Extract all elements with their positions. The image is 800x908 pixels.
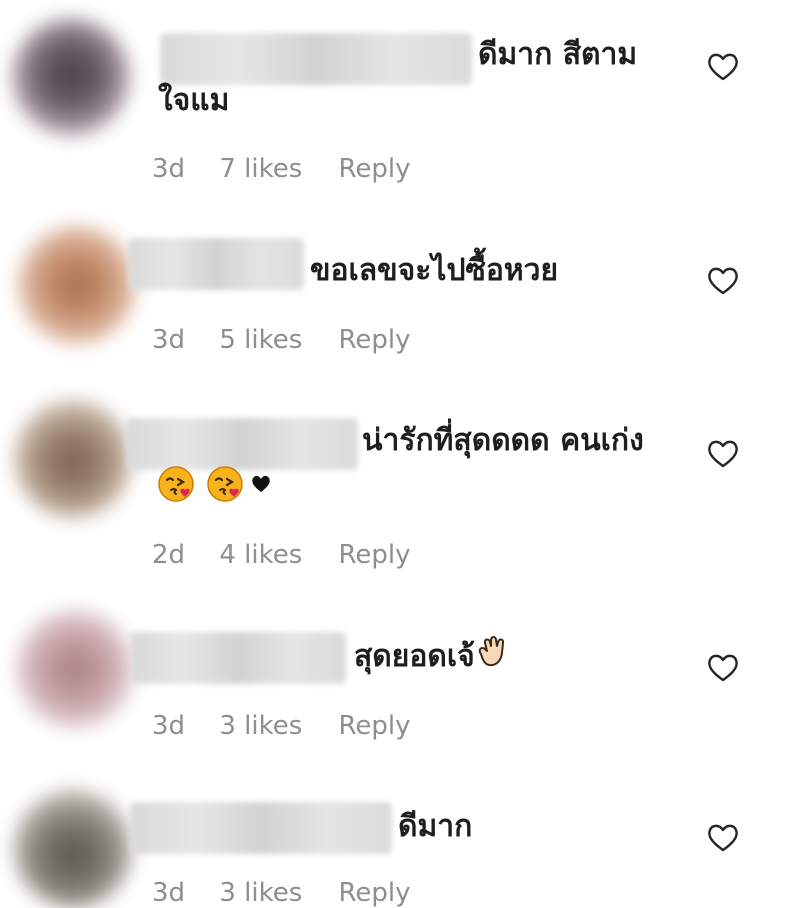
comment-likes[interactable]: 7 likes [219,154,302,184]
comment-text: น่ารักที่สุดดดด คนเก่ง [362,423,644,458]
username-blurred[interactable] [130,802,392,854]
username-blurred[interactable] [130,632,346,684]
reply-button[interactable]: Reply [339,540,411,570]
reply-button[interactable]: Reply [339,325,411,355]
reply-button[interactable]: Reply [339,154,411,184]
comment-likes[interactable]: 5 likes [219,325,302,355]
comment-text: ดีมาก [398,809,473,844]
heart-outline-icon[interactable] [706,266,740,296]
comment-time: 3d [152,325,186,355]
comment-text-content: สุดยอดเจ้ [354,639,475,674]
comment-meta: 3d 5 likes Reply [152,325,411,355]
comment-meta: 3d 7 likes Reply [152,154,411,184]
waving-hand-emoji [478,636,504,667]
reply-button[interactable]: Reply [339,711,411,741]
username-blurred[interactable] [128,238,304,290]
heart-outline-icon[interactable] [706,439,740,469]
comment-text: สุดยอดเจ้ [354,634,509,678]
emoji-row [156,464,272,504]
heart-outline-icon[interactable] [706,823,740,853]
comment-text: ขอเลขจะไปซื้อหวย [310,253,559,288]
black-heart-emoji [252,475,270,492]
comment-time: 3d [152,154,186,184]
username-blurred[interactable] [160,33,472,85]
avatar[interactable] [16,610,134,728]
comment-text-line2: ใจแม [158,83,230,118]
reply-button[interactable]: Reply [339,878,411,908]
comment-meta: 3d 3 likes Reply [152,711,411,741]
comment-meta: 3d 3 likes Reply [152,878,411,908]
avatar[interactable] [14,400,132,518]
comment-meta: 2d 4 likes Reply [152,540,411,570]
username-blurred[interactable] [126,418,358,470]
comment-time: 3d [152,711,186,741]
face-blowing-kiss-emoji [207,466,243,502]
comment-time: 3d [152,878,186,908]
heart-outline-icon[interactable] [706,653,740,683]
avatar[interactable] [18,226,136,344]
comment-text: ดีมาก สีตาม [478,37,638,72]
comment-time: 2d [152,540,186,570]
comment-likes[interactable]: 3 likes [219,878,302,908]
face-blowing-kiss-emoji [158,466,194,502]
heart-outline-icon[interactable] [706,52,740,82]
comment-likes[interactable]: 3 likes [219,711,302,741]
avatar[interactable] [12,18,130,136]
avatar[interactable] [14,790,132,908]
comment-likes[interactable]: 4 likes [219,540,302,570]
